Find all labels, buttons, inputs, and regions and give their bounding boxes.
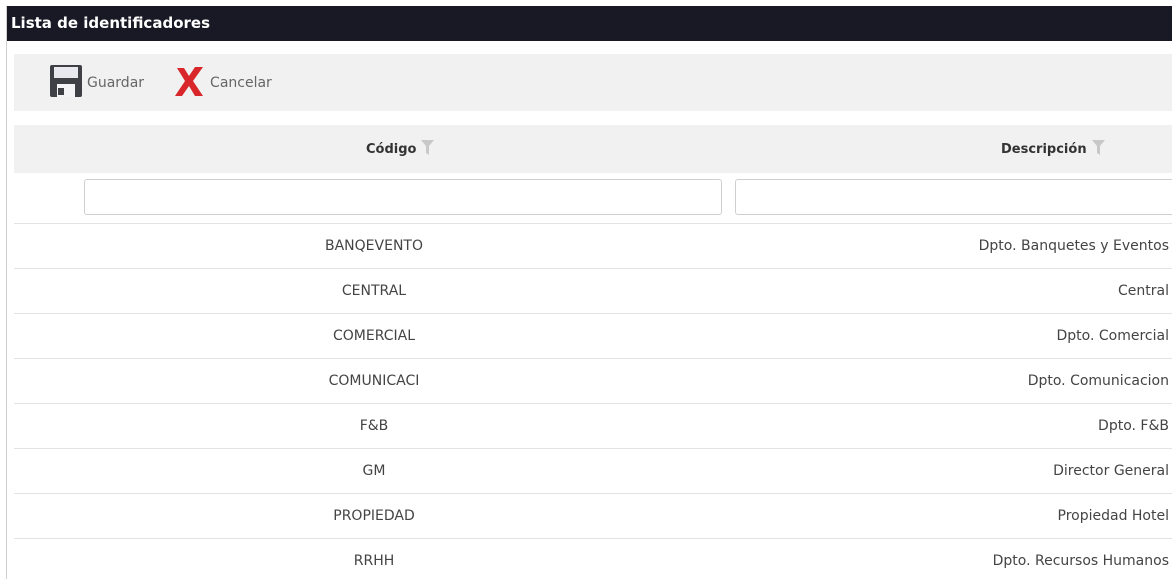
- funnel-icon[interactable]: [421, 139, 435, 159]
- description-cell: Dpto. Comercial: [1056, 328, 1169, 344]
- code-cell: PROPIEDAD: [333, 508, 415, 524]
- table-body: BANQEVENTO Dpto. Banquetes y Eventos CENTR…: [14, 223, 1172, 579]
- table-row[interactable]: COMERCIAL Dpto. Comercial: [14, 313, 1172, 358]
- column-header-description-label: Descripción: [1001, 141, 1087, 157]
- identifiers-window: Lista de identificadores Guardar Cancela…: [6, 6, 1172, 579]
- code-cell: GM: [362, 463, 386, 479]
- description-filter-input[interactable]: [735, 179, 1172, 215]
- description-cell: Dpto. Recursos Humanos: [992, 553, 1169, 569]
- column-header-code-label: Código: [366, 141, 417, 157]
- table-row[interactable]: CENTRAL Central: [14, 268, 1172, 313]
- column-header-code[interactable]: Código: [366, 125, 435, 173]
- code-cell: BANQEVENTO: [325, 238, 423, 254]
- toolbar: Guardar Cancelar: [14, 54, 1172, 111]
- save-label: Guardar: [87, 74, 145, 91]
- description-cell: Dpto. Banquetes y Eventos: [978, 238, 1169, 254]
- description-cell: Central: [1118, 283, 1169, 299]
- red-x-icon: [172, 64, 206, 102]
- code-cell: COMUNICACI: [328, 373, 420, 389]
- code-cell: F&B: [359, 418, 389, 434]
- code-cell: COMERCIAL: [332, 328, 416, 344]
- description-cell: Dpto. Comunicacion: [1027, 373, 1169, 389]
- window-title: Lista de identificadores: [7, 6, 1172, 41]
- description-cell: Propiedad Hotel: [1057, 508, 1170, 524]
- cancel-button[interactable]: Cancelar: [172, 64, 272, 102]
- table-row[interactable]: RRHH Dpto. Recursos Humanos: [14, 538, 1172, 579]
- table-header: Código Descripción: [14, 125, 1172, 173]
- cancel-label: Cancelar: [210, 74, 272, 91]
- table-row[interactable]: BANQEVENTO Dpto. Banquetes y Eventos: [14, 223, 1172, 268]
- table-row[interactable]: PROPIEDAD Propiedad Hotel: [14, 493, 1172, 538]
- floppy-disk-icon: [49, 64, 83, 102]
- code-filter-input[interactable]: [84, 179, 722, 215]
- table-row[interactable]: GM Director General: [14, 448, 1172, 493]
- filter-row: [14, 173, 1172, 223]
- table-row[interactable]: COMUNICACI Dpto. Comunicacion: [14, 358, 1172, 403]
- code-cell: CENTRAL: [341, 283, 407, 299]
- code-cell: RRHH: [353, 553, 395, 569]
- description-cell: Director General: [1053, 463, 1169, 479]
- save-button[interactable]: Guardar: [49, 64, 144, 102]
- funnel-icon[interactable]: [1091, 139, 1105, 159]
- description-cell: Dpto. F&B: [1098, 418, 1169, 434]
- column-header-description[interactable]: Descripción: [1001, 125, 1105, 173]
- table-row[interactable]: F&B Dpto. F&B: [14, 403, 1172, 448]
